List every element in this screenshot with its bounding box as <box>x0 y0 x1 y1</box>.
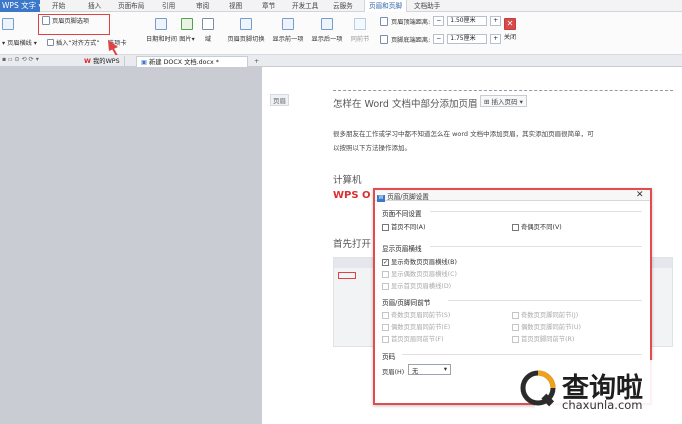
insert-page-number-button[interactable]: ⊞ 插入页码 ▾ <box>480 95 527 107</box>
doc-icon: ▣ <box>141 59 147 66</box>
checkbox-box <box>512 335 519 343</box>
header-pagenum-value: 无 <box>412 368 419 375</box>
watermark-en: chaxunla.com <box>562 398 643 412</box>
new-tab-button[interactable]: + <box>250 56 263 67</box>
section-page-number: 页码 <box>382 353 396 361</box>
dialog-close-button[interactable]: ✕ <box>636 190 644 200</box>
divider <box>448 300 642 301</box>
divider <box>430 246 642 247</box>
watermark-logo-icon <box>520 370 556 407</box>
insert-page-number-label: 插入页码 <box>491 98 518 106</box>
doc-paragraph-2: 以按照以下方法操作添加。 <box>333 144 411 152</box>
header-tag: 页眉 <box>270 94 289 106</box>
first-header-line-checkbox[interactable]: 显示首页页眉横线(D) <box>382 281 451 290</box>
checkbox-box <box>382 282 389 290</box>
first-header-sync-label: 首页页眉同前节(F) <box>391 336 444 343</box>
tab-my-wps[interactable]: W 我的WPS <box>80 56 125 67</box>
checkbox-box <box>382 323 389 331</box>
odd-even-different-label: 奇偶页不同(V) <box>521 224 562 231</box>
odd-header-sync-checkbox[interactable]: 奇数页页眉同前节(S) <box>382 310 450 319</box>
checkbox-box <box>512 223 519 231</box>
doc-heading: 怎样在 Word 文档中部分添加页眉 <box>333 99 478 110</box>
checkbox-box <box>382 223 389 231</box>
divider <box>430 211 642 212</box>
first-page-different-checkbox[interactable]: 首页不同(A) <box>382 222 425 231</box>
checkbox-box <box>382 311 389 319</box>
divider <box>402 354 642 355</box>
section-same-as-previous: 页眉/页脚同前节 <box>382 299 431 307</box>
header-divider <box>333 90 673 91</box>
doc-wps-text: WPS O <box>333 190 371 201</box>
first-footer-sync-label: 首页页脚同前节(R) <box>521 336 575 343</box>
first-page-different-label: 首页不同(A) <box>391 224 426 231</box>
even-header-line-label: 显示偶数页页眉横线(C) <box>391 271 457 278</box>
odd-header-line-label: 显示奇数页页眉横线(B) <box>391 259 457 266</box>
doc-subheading: 计算机 <box>333 175 362 186</box>
tab-document-label: 新建 DOCX 文档.docx * <box>148 59 219 66</box>
dialog-title-text: 页眉/页脚设置 <box>387 193 429 201</box>
odd-header-line-checkbox[interactable]: ✓ 显示奇数页页眉横线(B) <box>382 257 457 266</box>
odd-footer-sync-checkbox[interactable]: 奇数页页脚同前节(J) <box>512 310 578 319</box>
even-header-sync-checkbox[interactable]: 偶数页页眉同前节(E) <box>382 322 450 331</box>
section-header-lines: 显示页眉横线 <box>382 245 422 253</box>
doc-paragraph-1: 很多朋友在工作或学习中都不知道怎么在 word 文档中添加页眉，其实添加页眉很简… <box>333 130 594 138</box>
even-footer-sync-label: 偶数页页脚同前节(U) <box>521 324 581 331</box>
doc-first-open: 首先打开 <box>333 239 372 250</box>
dialog-title: W 页眉/页脚设置 <box>377 191 429 202</box>
checkbox-box <box>382 335 389 343</box>
first-header-line-label: 显示首页页眉横线(D) <box>391 283 452 290</box>
check-icon: ✓ <box>382 258 389 266</box>
section-page-diff: 页面不同设置 <box>382 210 422 218</box>
quick-access-toolbar: ▪ ▫ ⊙ ⟲ ⟳ ▾ <box>2 56 39 63</box>
odd-header-sync-label: 奇数页页眉同前节(S) <box>391 312 451 319</box>
checkbox-box <box>382 270 389 278</box>
chevron-down-icon: ▾ <box>443 366 447 373</box>
tab-document[interactable]: ▣ 新建 DOCX 文档.docx * <box>136 56 248 67</box>
embedded-highlight <box>338 272 356 279</box>
header-pagenum-select[interactable]: 无 ▾ <box>408 364 451 375</box>
even-footer-sync-checkbox[interactable]: 偶数页页脚同前节(U) <box>512 322 581 331</box>
odd-even-different-checkbox[interactable]: 奇偶页不同(V) <box>512 222 562 231</box>
checkbox-box <box>512 323 519 331</box>
checkbox-box <box>512 311 519 319</box>
even-header-sync-label: 偶数页页眉同前节(E) <box>391 324 451 331</box>
odd-footer-sync-label: 奇数页页脚同前节(J) <box>521 312 579 319</box>
wps-logo-icon: W <box>84 58 91 65</box>
wps-dialog-icon: W <box>377 195 385 202</box>
even-header-line-checkbox[interactable]: 显示偶数页页眉横线(C) <box>382 269 457 278</box>
first-footer-sync-checkbox[interactable]: 首页页脚同前节(R) <box>512 334 574 343</box>
first-header-sync-checkbox[interactable]: 首页页眉同前节(F) <box>382 334 444 343</box>
tab-my-wps-label: 我的WPS <box>92 58 120 65</box>
header-pagenum-label: 页眉(H) <box>382 369 405 376</box>
